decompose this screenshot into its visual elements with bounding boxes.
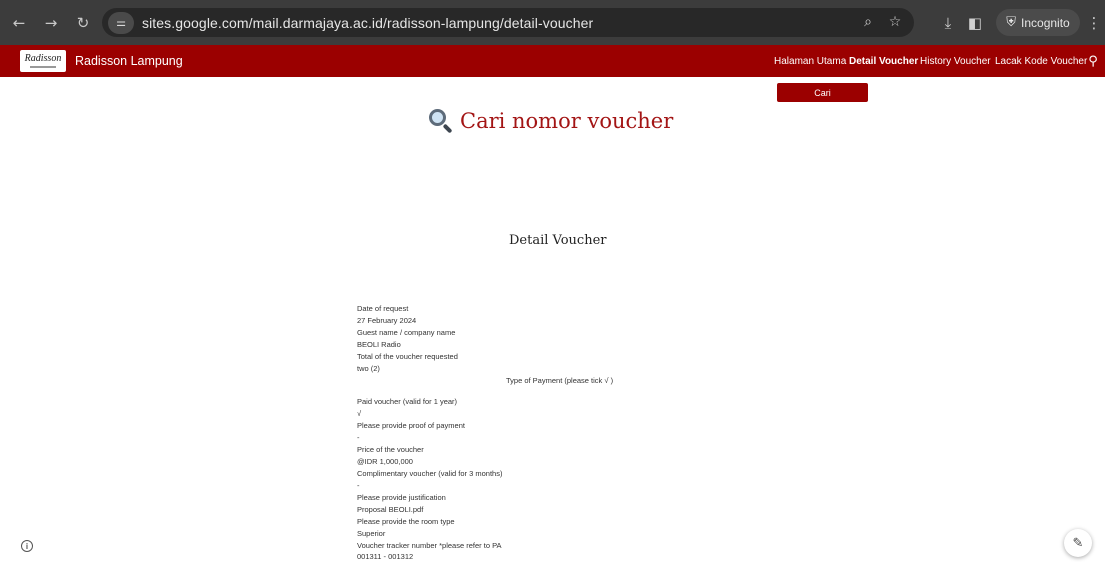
- label-total-vouchers: Total of the voucher requested: [357, 352, 458, 361]
- label-paid-voucher: Paid voucher (valid for 1 year): [357, 397, 458, 406]
- value-justification: Proposal BEOLI.pdf: [357, 505, 424, 514]
- reload-icon[interactable]: ↻: [72, 12, 94, 34]
- incognito-badge[interactable]: ⛨ Incognito: [996, 9, 1080, 36]
- site-name[interactable]: Radisson Lampung: [75, 54, 183, 68]
- info-icon[interactable]: i: [21, 540, 33, 552]
- value-price: @IDR 1,000,000: [357, 457, 413, 466]
- nav-history-voucher[interactable]: History Voucher: [920, 45, 991, 77]
- value-paid-voucher: √: [357, 409, 362, 418]
- browser-toolbar: ← → ↻ ⚌ sites.google.com/mail.darmajaya.…: [0, 0, 1105, 45]
- url-text[interactable]: sites.google.com/mail.darmajaya.ac.id/ra…: [142, 15, 593, 31]
- label-guest-name: Guest name / company name: [357, 328, 456, 337]
- back-icon[interactable]: ←: [8, 12, 30, 34]
- zoom-icon[interactable]: ⌕: [858, 12, 878, 32]
- value-complimentary-voucher: -: [357, 481, 360, 490]
- payment-type-heading: Type of Payment (please tick √ ): [506, 376, 614, 385]
- detail-voucher-title: Detail Voucher: [509, 233, 607, 248]
- label-room-type: Please provide the room type: [357, 517, 455, 526]
- radisson-logo[interactable]: Radisson: [20, 50, 66, 72]
- site-header: Radisson Radisson Lampung Halaman Utama …: [0, 45, 1105, 77]
- bookmark-star-icon[interactable]: ☆: [885, 12, 905, 32]
- page-heading: Cari nomor voucher: [427, 104, 673, 138]
- nav-detail-voucher[interactable]: Detail Voucher: [849, 45, 918, 77]
- value-total-vouchers: two (2): [357, 364, 380, 373]
- value-date-of-request: 27 February 2024: [357, 316, 417, 325]
- magnifier-icon: [427, 107, 455, 135]
- nav-lacak-kode-voucher[interactable]: Lacak Kode Voucher: [995, 45, 1087, 77]
- side-panel-icon[interactable]: ◧: [964, 12, 986, 34]
- incognito-label: Incognito: [1021, 15, 1070, 30]
- site-info-icon[interactable]: ⚌: [108, 11, 134, 34]
- heading-text: Cari nomor voucher: [460, 109, 674, 133]
- cari-button[interactable]: Cari: [777, 83, 868, 102]
- label-complimentary-voucher: Complimentary voucher (valid for 3 month…: [357, 469, 503, 478]
- label-justification: Please provide justification: [357, 493, 446, 502]
- logo-text: Radisson: [24, 53, 62, 64]
- edit-icon[interactable]: ✎: [1064, 529, 1092, 557]
- label-date-of-request: Date of request: [357, 304, 409, 313]
- nav-halaman-utama[interactable]: Halaman Utama: [774, 45, 846, 77]
- browser-menu-icon[interactable]: ⋮: [1083, 12, 1105, 34]
- label-price: Price of the voucher: [357, 445, 424, 454]
- label-tracker-number: Voucher tracker number *please refer to …: [357, 541, 502, 550]
- search-icon[interactable]: ⚲: [1084, 51, 1102, 71]
- download-icon[interactable]: ⤓: [937, 12, 959, 34]
- value-proof-of-payment: -: [357, 433, 360, 442]
- logo-underline: [30, 66, 56, 68]
- label-proof-of-payment: Please provide proof of payment: [357, 421, 465, 430]
- value-room-type: Superior: [357, 529, 386, 538]
- address-bar[interactable]: ⚌ sites.google.com/mail.darmajaya.ac.id/…: [102, 8, 914, 37]
- forward-icon[interactable]: →: [40, 12, 62, 34]
- value-guest-name: BEOLI Radio: [357, 340, 401, 349]
- incognito-icon: ⛨: [1006, 15, 1017, 30]
